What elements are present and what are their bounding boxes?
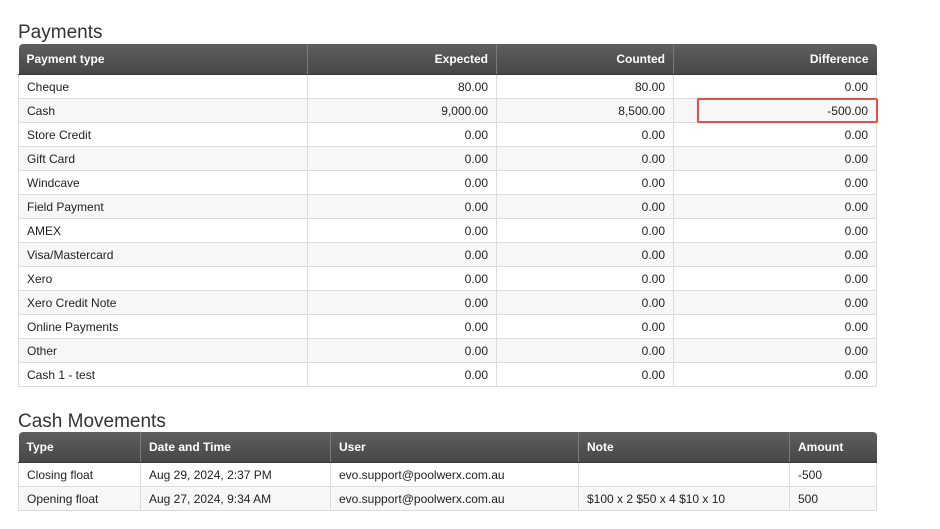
expected-cell: 0.00 [307,194,497,219]
counted-cell: 80.00 [496,74,674,99]
payments-header-row: Payment type Expected Counted Difference [18,44,877,75]
payments-table: Payment type Expected Counted Difference… [18,44,877,387]
amount-cell: 500 [789,486,877,511]
table-row: Visa/Mastercard 0.00 0.00 0.00 [18,242,877,267]
expected-cell: 0.00 [307,362,497,387]
movement-type-cell: Closing float [18,462,141,487]
cash-movements-table: Type Date and Time User Note Amount Clos… [18,432,877,511]
column-header-user[interactable]: User [330,432,579,463]
payment-type-cell: Other [18,338,308,363]
difference-cell: 0.00 [673,314,877,339]
table-row: Closing float Aug 29, 2024, 2:37 PM evo.… [18,462,877,487]
payment-type-cell: Xero [18,266,308,291]
expected-cell: 0.00 [307,122,497,147]
date-time-cell: Aug 27, 2024, 9:34 AM [140,486,331,511]
cash-movements-title: Cash Movements [18,411,166,432]
payment-type-cell: Visa/Mastercard [18,242,308,267]
payment-type-cell: Cheque [18,74,308,99]
difference-cell: 0.00 [673,290,877,315]
expected-cell: 0.00 [307,314,497,339]
expected-cell: 0.00 [307,146,497,171]
payment-type-cell: Field Payment [18,194,308,219]
column-header-type[interactable]: Type [18,432,141,463]
payments-title: Payments [18,22,103,43]
table-row: Windcave 0.00 0.00 0.00 [18,170,877,195]
counted-cell: 0.00 [496,266,674,291]
payment-type-cell: Gift Card [18,146,308,171]
table-row: Cash 9,000.00 8,500.00 -500.00 [18,98,877,123]
counted-cell: 0.00 [496,170,674,195]
payment-type-cell: Cash [18,98,308,123]
difference-cell: 0.00 [673,242,877,267]
difference-cell: 0.00 [673,362,877,387]
difference-cell: 0.00 [673,194,877,219]
counted-cell: 0.00 [496,362,674,387]
payment-type-cell: Store Credit [18,122,308,147]
difference-cell: 0.00 [673,338,877,363]
payment-type-cell: AMEX [18,218,308,243]
table-row: Store Credit 0.00 0.00 0.00 [18,122,877,147]
counted-cell: 0.00 [496,194,674,219]
counted-cell: 0.00 [496,146,674,171]
column-header-date-time[interactable]: Date and Time [140,432,331,463]
movement-type-cell: Opening float [18,486,141,511]
counted-cell: 8,500.00 [496,98,674,123]
page: Payments Payment type Expected Counted D… [0,0,940,529]
note-cell: $100 x 2 $50 x 4 $10 x 10 [578,486,790,511]
counted-cell: 0.00 [496,338,674,363]
column-header-difference[interactable]: Difference [673,44,877,75]
table-row: Cheque 80.00 80.00 0.00 [18,74,877,99]
difference-cell: 0.00 [673,146,877,171]
table-row: Opening float Aug 27, 2024, 9:34 AM evo.… [18,486,877,511]
user-cell: evo.support@poolwerx.com.au [330,462,579,487]
column-header-amount[interactable]: Amount [789,432,877,463]
expected-cell: 0.00 [307,338,497,363]
expected-cell: 0.00 [307,290,497,315]
expected-cell: 80.00 [307,74,497,99]
counted-cell: 0.00 [496,242,674,267]
payment-type-cell: Xero Credit Note [18,290,308,315]
table-row: Cash 1 - test 0.00 0.00 0.00 [18,362,877,387]
difference-cell: 0.00 [673,218,877,243]
difference-cell: 0.00 [673,266,877,291]
payment-type-cell: Cash 1 - test [18,362,308,387]
difference-cell-highlighted: -500.00 [673,98,877,123]
table-row: Field Payment 0.00 0.00 0.00 [18,194,877,219]
cash-header-row: Type Date and Time User Note Amount [18,432,877,463]
expected-cell: 0.00 [307,266,497,291]
expected-cell: 0.00 [307,170,497,195]
counted-cell: 0.00 [496,218,674,243]
table-row: Other 0.00 0.00 0.00 [18,338,877,363]
counted-cell: 0.00 [496,122,674,147]
payment-type-cell: Online Payments [18,314,308,339]
counted-cell: 0.00 [496,290,674,315]
counted-cell: 0.00 [496,314,674,339]
user-cell: evo.support@poolwerx.com.au [330,486,579,511]
amount-cell: -500 [789,462,877,487]
table-row: Online Payments 0.00 0.00 0.00 [18,314,877,339]
expected-cell: 0.00 [307,218,497,243]
table-row: Xero Credit Note 0.00 0.00 0.00 [18,290,877,315]
column-header-note[interactable]: Note [578,432,790,463]
column-header-expected[interactable]: Expected [307,44,497,75]
column-header-counted[interactable]: Counted [496,44,674,75]
difference-cell: 0.00 [673,122,877,147]
table-row: Xero 0.00 0.00 0.00 [18,266,877,291]
difference-cell: 0.00 [673,170,877,195]
table-row: Gift Card 0.00 0.00 0.00 [18,146,877,171]
column-header-payment-type[interactable]: Payment type [18,44,308,75]
date-time-cell: Aug 29, 2024, 2:37 PM [140,462,331,487]
note-cell [578,462,790,487]
difference-cell: 0.00 [673,74,877,99]
expected-cell: 0.00 [307,242,497,267]
expected-cell: 9,000.00 [307,98,497,123]
table-row: AMEX 0.00 0.00 0.00 [18,218,877,243]
payment-type-cell: Windcave [18,170,308,195]
